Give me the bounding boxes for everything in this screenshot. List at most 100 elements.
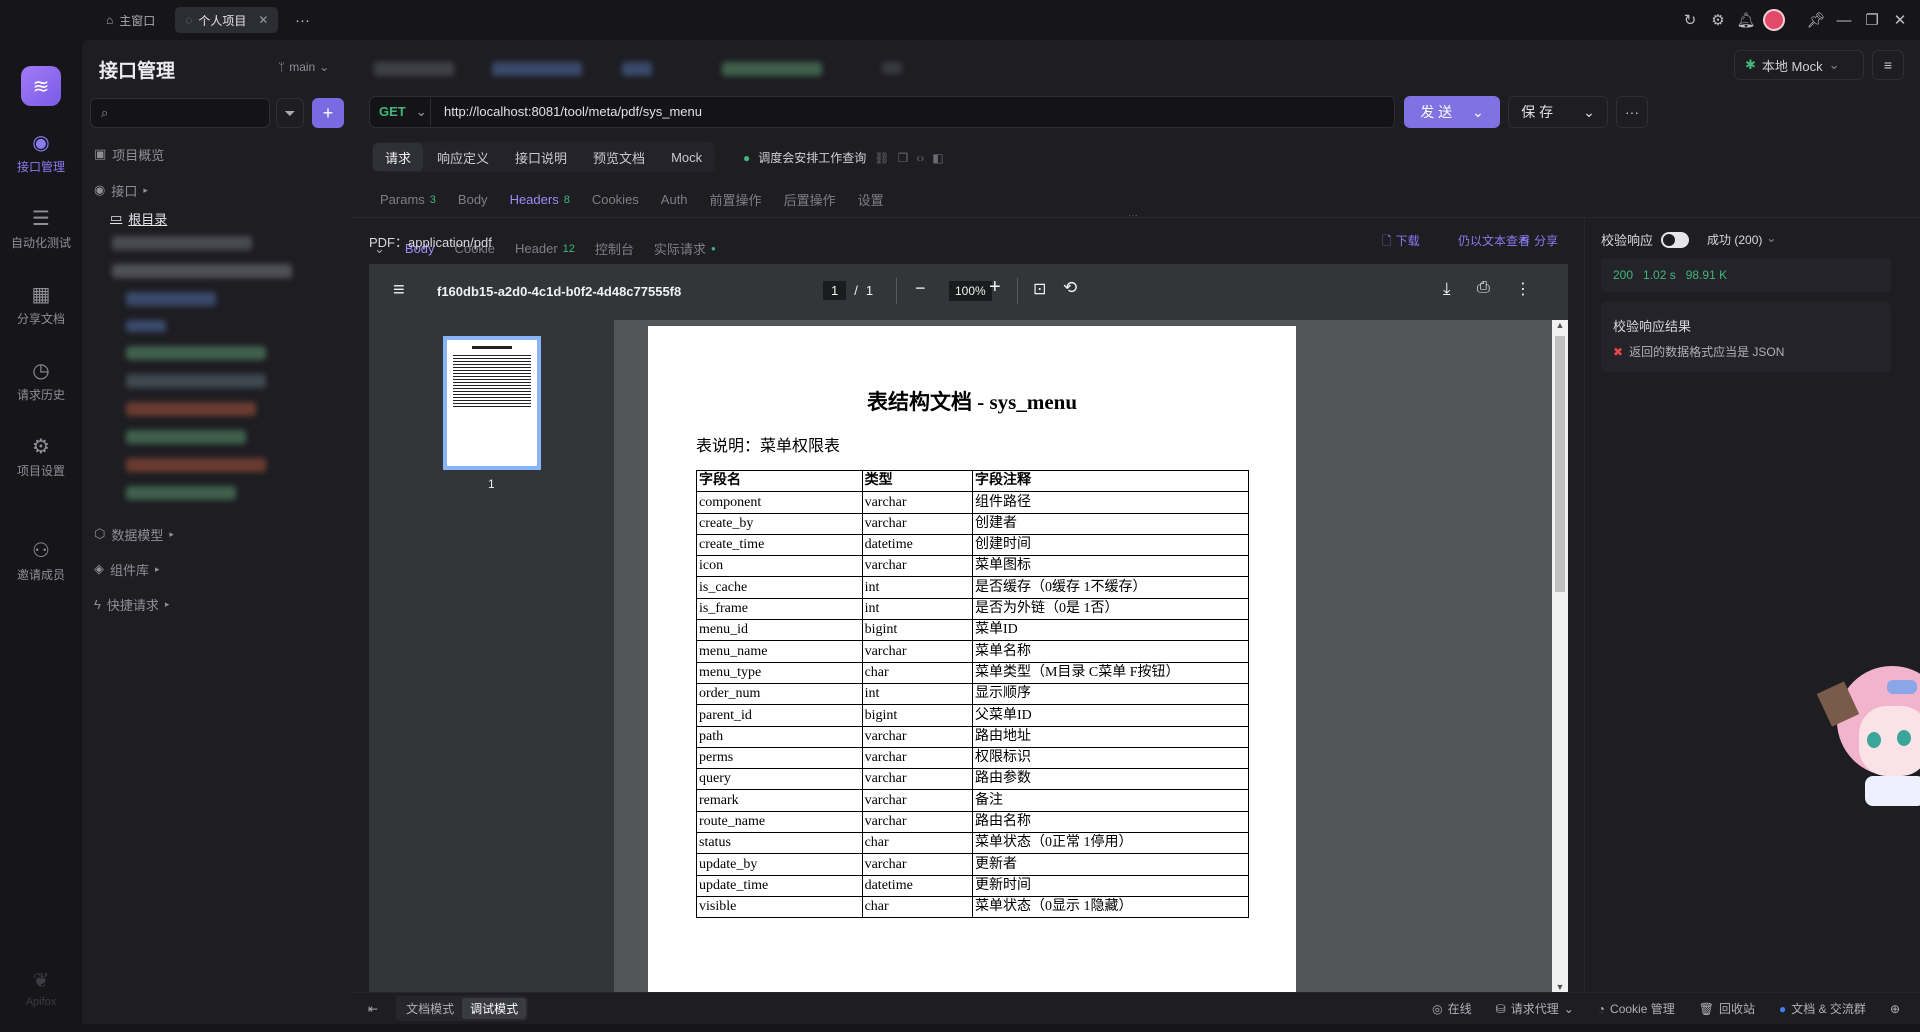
- sidebar-item-root[interactable]: ▭ 根目录: [98, 204, 167, 232]
- gear-icon[interactable]: ⚙: [1704, 6, 1732, 34]
- method-selector[interactable]: GET ⌄: [379, 104, 427, 120]
- minimize-icon[interactable]: —: [1830, 6, 1858, 34]
- save-button[interactable]: 保 存 ⌄: [1508, 96, 1608, 128]
- rotate-icon[interactable]: ⟲: [1063, 278, 1077, 298]
- table-row: icon varchar 菜单图标: [696, 555, 1250, 578]
- environment-selector[interactable]: ✱ 本地 Mock ⌄: [1734, 50, 1864, 80]
- send-button[interactable]: 发 送 ⌄: [1404, 96, 1500, 128]
- docs-community[interactable]: ● 文档 & 交流群: [1779, 1000, 1866, 1017]
- table-row: perms varchar 权限标识: [696, 746, 1250, 770]
- globe-icon: ●: [743, 150, 751, 165]
- cookie-manager[interactable]: ◔ Cookie 管理: [1598, 1000, 1675, 1017]
- linked-api[interactable]: ● 调度会安排工作查询 ⛓ ❐ ‹› ◧: [743, 149, 944, 166]
- doc-mode-button[interactable]: 文档模式: [398, 998, 462, 1019]
- tab-body[interactable]: Body: [458, 190, 488, 209]
- pin-icon[interactable]: 📌︎: [1802, 6, 1830, 34]
- table-cell: 组件路径: [971, 491, 1250, 514]
- fit-page-icon[interactable]: ⊡: [1033, 279, 1046, 299]
- avatar[interactable]: [1760, 6, 1788, 34]
- tab-post-processors[interactable]: 后置操作: [784, 190, 836, 209]
- nav-project-settings[interactable]: ⚙ 项目设置: [0, 436, 82, 479]
- online-status[interactable]: ◎ 在线: [1432, 1000, 1472, 1017]
- page-thumbnail[interactable]: [443, 336, 541, 470]
- tab-personal-project[interactable]: ◌ 个人项目 ✕: [175, 7, 279, 33]
- request-proxy[interactable]: ⛁ 请求代理 ⌄: [1496, 1000, 1574, 1017]
- nav-automation-test[interactable]: ☰ 自动化测试: [0, 208, 82, 251]
- zoom-input[interactable]: 100%: [949, 281, 992, 301]
- print-icon[interactable]: ⎙: [1477, 279, 1490, 297]
- tab-request[interactable]: 请求: [373, 143, 424, 171]
- validate-toggle[interactable]: [1661, 231, 1690, 248]
- more-button[interactable]: ···: [1616, 96, 1648, 128]
- hamburger-icon[interactable]: ≡: [393, 279, 405, 302]
- sidebar-item-data-models[interactable]: ⬡ 数据模型 ▸: [82, 520, 174, 548]
- branch-selector[interactable]: ᛘ main ⌄: [278, 60, 329, 74]
- add-button[interactable]: +: [312, 98, 344, 128]
- page-indicator: 1 / 1: [823, 281, 873, 300]
- zoom-out-icon[interactable]: −: [915, 278, 926, 299]
- table-cell: varchar: [861, 491, 973, 514]
- app-logo: ≋: [21, 66, 61, 106]
- copy-icon[interactable]: ❐: [898, 151, 909, 165]
- nav-share-docs[interactable]: ▦ 分享文档: [0, 284, 82, 327]
- sidebar-item-quick-request[interactable]: ϟ 快捷请求 ▸: [82, 590, 169, 618]
- status-select[interactable]: 成功 (200) ⌄: [1707, 231, 1776, 248]
- recycle-bin[interactable]: 🗑︎ 回收站: [1699, 1000, 1755, 1017]
- filter-icon: ⏷: [284, 104, 296, 121]
- brand-mark: ❦ Apifox: [25, 970, 57, 1008]
- more-vertical-icon[interactable]: ⋮: [1515, 279, 1531, 299]
- zoom-in-icon[interactable]: +: [989, 276, 1001, 299]
- code-icon[interactable]: ‹›: [916, 151, 924, 165]
- pdf-scrollbar[interactable]: ▲ ▼: [1552, 320, 1568, 992]
- tab-mock[interactable]: Mock: [659, 143, 714, 171]
- thumbnail-pane: 1: [369, 320, 614, 992]
- window-close-icon[interactable]: ✕: [1886, 6, 1914, 34]
- collapse-sidebar-icon[interactable]: ⇤: [368, 1002, 378, 1016]
- table-cell: parent_id: [696, 704, 863, 727]
- tab-api-description[interactable]: 接口说明: [503, 143, 579, 171]
- table-row: create_by varchar 创建者: [696, 512, 1250, 535]
- proxy-icon: ⛁: [1495, 1001, 1506, 1016]
- layout-icon[interactable]: ◧: [932, 151, 943, 165]
- plus-icon: +: [322, 102, 334, 123]
- table-row: query varchar 路由参数: [696, 768, 1250, 791]
- close-icon[interactable]: ✕: [258, 13, 268, 27]
- sidebar-item-overview[interactable]: ▣ 项目概览: [82, 140, 164, 168]
- more-tabs-button[interactable]: ···: [288, 6, 316, 34]
- search-input[interactable]: ⌕: [90, 98, 270, 128]
- tab-params[interactable]: Params 3: [380, 190, 436, 209]
- link-icon[interactable]: ⛓: [874, 151, 889, 165]
- table-cell: bigint: [861, 704, 973, 727]
- page-input[interactable]: 1: [823, 281, 847, 300]
- nav-request-history[interactable]: ◷ 请求历史: [0, 360, 82, 403]
- download-icon[interactable]: ⤓: [1443, 279, 1451, 299]
- download-link[interactable]: 🗋︎ 下载: [1382, 232, 1420, 253]
- tab-preview-doc[interactable]: 预览文档: [581, 143, 657, 171]
- filter-button[interactable]: ⏷: [276, 98, 304, 128]
- table-row: update_by varchar 更新者: [696, 853, 1250, 876]
- nav-invite-members[interactable]: ⚇ 邀请成员: [0, 540, 82, 583]
- tab-main-window[interactable]: ⌂ 主窗口: [96, 7, 165, 33]
- mock-icon: ✱: [1745, 57, 1756, 72]
- tab-cookies[interactable]: Cookies: [592, 190, 639, 209]
- url-input[interactable]: http://localhost:8081/tool/meta/pdf/sys_…: [444, 104, 702, 119]
- refresh-icon[interactable]: ↻: [1676, 6, 1704, 34]
- view-as-text-link[interactable]: 仍以文本查看: [1458, 232, 1530, 249]
- tab-pre-processors[interactable]: 前置操作: [710, 190, 762, 209]
- nav-api-management[interactable]: ◉ 接口管理: [0, 132, 82, 175]
- menu-button[interactable]: ≡: [1872, 50, 1904, 80]
- column-header: 类型: [861, 469, 973, 493]
- tab-auth[interactable]: Auth: [661, 190, 688, 209]
- restore-icon[interactable]: ❐: [1858, 6, 1886, 34]
- tab-response-definition[interactable]: 响应定义: [425, 143, 501, 171]
- table-cell: 更新时间: [971, 874, 1250, 897]
- clock-icon: ◷: [32, 360, 50, 382]
- tab-headers[interactable]: Headers 8: [510, 190, 570, 209]
- tab-settings[interactable]: 设置: [858, 190, 884, 209]
- debug-mode-button[interactable]: 调试模式: [462, 998, 527, 1019]
- sidebar-item-apis[interactable]: ◉ 接口 ▸: [82, 176, 148, 204]
- table-cell: 创建者: [971, 512, 1250, 535]
- help-button[interactable]: ⊕: [1890, 1002, 1900, 1016]
- sidebar-item-components[interactable]: ◈ 组件库 ▸: [82, 555, 160, 583]
- bell-icon[interactable]: 🔔︎: [1732, 6, 1760, 34]
